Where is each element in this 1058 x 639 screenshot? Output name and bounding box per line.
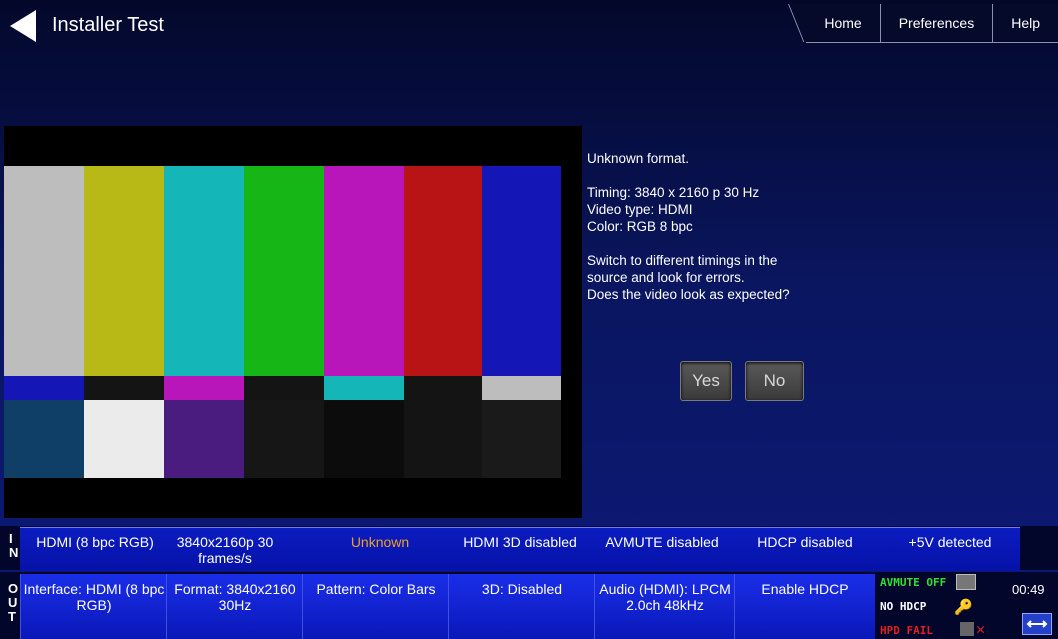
tab-home[interactable]: Home (806, 4, 880, 43)
video-type-text: Video type: HDMI (587, 202, 693, 217)
format-button[interactable]: Format: 3840x2160 30Hz (166, 574, 303, 639)
pluge-black-2 (324, 400, 404, 478)
pluge-white (84, 400, 164, 478)
color-bar-blue (482, 166, 561, 376)
pluge-black-4 (482, 400, 561, 478)
yes-button[interactable]: Yes (680, 361, 732, 401)
signal-details: Timing: 3840 x 2160 p 30 Hz Video type: … (587, 184, 887, 235)
in-label: IN (9, 531, 19, 560)
strip-black-1 (84, 376, 164, 400)
enable-hdcp-button[interactable]: Enable HDCP (734, 574, 875, 639)
format-status: Unknown format. (587, 151, 690, 166)
strip-black-2 (244, 376, 324, 400)
timing-text: Timing: 3840 x 2160 p 30 Hz (587, 185, 760, 200)
audio-button[interactable]: Audio (HDMI): LPCM 2.0ch 48kHz (594, 574, 735, 639)
hpd-port-icon (960, 622, 974, 636)
strip-blue (4, 376, 84, 400)
3d-button[interactable]: 3D: Disabled (448, 574, 595, 639)
color-bar-red (404, 166, 482, 376)
network-icon[interactable] (1022, 613, 1052, 635)
back-arrow-icon[interactable] (10, 10, 36, 42)
hpd-indicator: HPD FAIL (880, 624, 933, 637)
in-interface: HDMI (8 bpc RGB) (36, 534, 154, 550)
in-3d: HDMI 3D disabled (463, 534, 577, 550)
avmute-indicator: AVMUTE OFF (880, 576, 947, 589)
color-bar-yellow (84, 166, 164, 376)
strip-black-3 (404, 376, 482, 400)
in-5v: +5V detected (908, 534, 992, 550)
pluge-purple (164, 400, 244, 478)
tab-help[interactable]: Help (992, 4, 1058, 43)
tab-preferences[interactable]: Preferences (879, 4, 993, 43)
fail-x-icon: ✕ (976, 620, 986, 638)
no-button[interactable]: No (745, 361, 804, 401)
in-pattern-status: Unknown (350, 534, 410, 550)
video-preview (4, 126, 582, 518)
strip-magenta (164, 376, 244, 400)
monitor-icon (956, 574, 976, 590)
in-avmute: AVMUTE disabled (605, 534, 719, 550)
pluge-black-3 (404, 400, 482, 478)
interface-button[interactable]: Interface: HDMI (8 bpc RGB) (20, 574, 167, 639)
color-bar-gray (4, 166, 84, 376)
out-label: OUT (8, 581, 19, 624)
pluge-dark-blue (4, 400, 84, 478)
input-status-row: HDMI (8 bpc RGB) 3840x2160p 30 frames/s … (20, 527, 1020, 571)
pluge-black-1 (244, 400, 324, 478)
header-bar: Installer Test Home Preferences Help (0, 0, 1058, 60)
color-bar-green (244, 166, 324, 376)
color-text: Color: RGB 8 bpc (587, 219, 693, 234)
test-info-panel: Unknown format. Timing: 3840 x 2160 p 30… (587, 150, 887, 320)
nav-tabs: Home Preferences Help (806, 4, 1058, 43)
color-bar-magenta (324, 166, 404, 376)
in-hdcp: HDCP disabled (757, 534, 853, 550)
hdcp-indicator: NO HDCP (880, 600, 927, 613)
page-title: Installer Test (52, 14, 164, 36)
key-icon: 🔑 (954, 598, 973, 616)
in-format: 3840x2160p 30 frames/s (176, 534, 274, 566)
color-bar-cyan (164, 166, 244, 376)
instructions: Switch to different timings in the sourc… (587, 253, 790, 302)
strip-cyan (324, 376, 404, 400)
strip-gray (482, 376, 561, 400)
clock: 00:49 (1012, 582, 1045, 597)
pattern-button[interactable]: Pattern: Color Bars (302, 574, 449, 639)
output-indicators: AVMUTE OFF NO HDCP 🔑 HPD FAIL ✕ (876, 574, 1004, 639)
